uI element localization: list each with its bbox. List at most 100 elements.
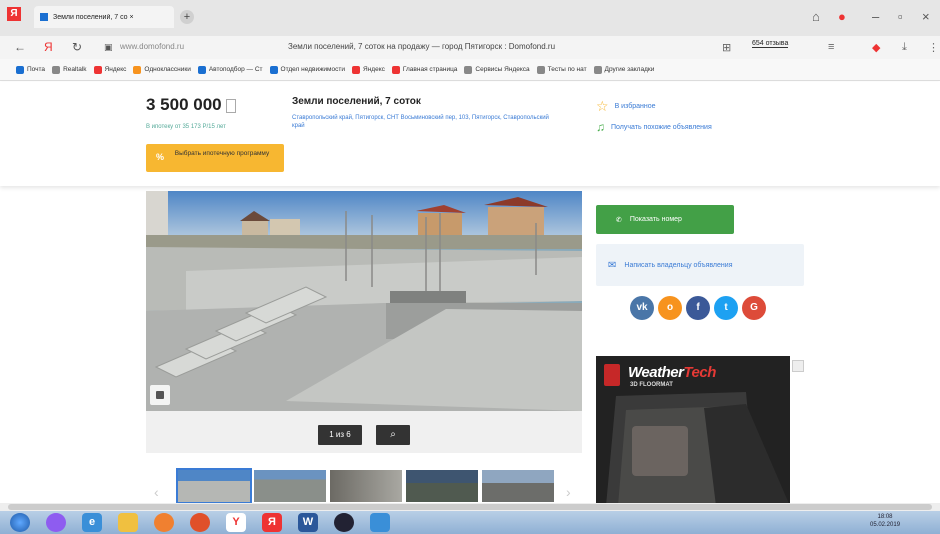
bookmark-item[interactable]: Яндекс [93,65,127,74]
star-icon: ☆ [596,98,609,114]
photo-expand-icon[interactable] [150,385,170,405]
bookmark-item[interactable]: Тесты по нат [536,65,587,74]
zoom-icon[interactable]: ⌕ [376,425,410,445]
mortgage-button-label: Выбрать ипотечную программу [174,150,270,157]
bookmark-item[interactable]: Яндекс [352,65,385,74]
bookmark-label: Яндекс [104,66,127,73]
subscribe-similar-link[interactable]: ♫ Получать похожие объявления [596,120,712,134]
bookmark-label: Другие закладки [604,66,655,73]
bookmark-item[interactable]: Другие закладки [593,65,655,74]
percent-icon: % [156,152,165,162]
photo-counter: 1 из 6 [318,425,362,445]
extensions-icon[interactable]: ≡ [828,41,834,53]
message-owner-button[interactable]: ✉ Написать владельцу объявления [596,244,804,286]
listing-title: Земли поселений, 7 соток [292,96,421,107]
address-bar: ← Я ↻ ▣ www.domofond.ru Земли поселений,… [0,36,940,59]
app-icon-2[interactable] [334,513,354,532]
ie-icon[interactable]: e [82,513,102,532]
word-icon[interactable]: W [298,513,318,532]
listing-address[interactable]: Ставропольский край, Пятигорск, СНТ Вось… [292,114,562,130]
listing-header [0,82,940,186]
scrollbar-thumb[interactable] [8,504,932,510]
close-icon[interactable]: × [922,9,930,24]
price: 3 500 000 [146,95,236,115]
yandex-icon[interactable]: Y [226,513,246,532]
facebook-icon[interactable]: f [686,296,710,320]
add-to-favorites-link[interactable]: ☆ В избранное [596,98,656,115]
bookmark-icon [464,65,473,74]
url-text[interactable]: www.domofond.ru [120,42,184,51]
thumbs-next-icon[interactable]: › [566,484,571,500]
bookmarks-bar: Почта Realtalk Яндекс Одноклассники Автоподб… [0,59,940,81]
bookmark-label: Отдел недвижимости [280,66,345,73]
bookmark-icon [352,65,360,74]
bookmark-item[interactable]: Главная страница [391,65,457,74]
listing-photo[interactable] [146,191,582,411]
downloads-icon[interactable]: ⤓ [902,41,907,54]
app-icon[interactable] [46,513,66,532]
start-button-icon[interactable] [10,513,30,532]
horizontal-scrollbar[interactable] [0,503,940,511]
folder-icon[interactable] [118,513,138,532]
bookmark-icon [593,65,602,74]
notification-icon[interactable]: ● [838,9,846,24]
photo-controls [146,411,582,453]
clock-time: 18:08 [877,514,893,520]
minimize-icon[interactable]: – [872,9,879,24]
bookmark-icon [93,65,102,74]
thumbnail[interactable] [482,470,554,502]
bookmark-icon [133,65,142,74]
thumbnail[interactable] [176,468,252,504]
bookmark-label: Автоподбор — Ст [208,66,263,73]
adblock-icon[interactable]: ◆ [872,41,880,54]
thumbnail[interactable] [254,470,326,502]
bookmark-label: Realtalk [63,66,87,73]
more-icon[interactable]: ⋮ [928,41,939,54]
show-phone-button[interactable]: ✆ Показать номер [596,205,734,234]
bookmark-label: Одноклассники [144,66,191,73]
reload-icon[interactable]: ↻ [72,40,82,54]
thumbnail[interactable] [330,470,402,502]
browser-tab-active[interactable]: Земли поселений, 7 со × [34,6,174,28]
system-clock[interactable]: 18:08 05.02.2019 [870,513,900,529]
yandex-browser-icon[interactable]: Я [7,7,21,21]
yandex-browser-taskbar-icon[interactable]: Я [262,513,282,532]
bookmark-item[interactable]: Сервисы Яндекса [464,65,530,74]
phone-icon: ✆ [616,216,622,224]
google-icon[interactable]: G [742,296,766,320]
yandex-home-icon[interactable]: Я [44,40,53,54]
lock-icon: ▣ [104,42,113,52]
bookmark-icon[interactable]: ⊞ [722,41,731,54]
advertisement[interactable]: WeatherTech 3D FLOORMAT [596,356,790,506]
bookmark-item[interactable]: Почта [16,65,45,74]
phone-button-label: Показать номер [629,216,682,223]
thumbnail[interactable] [406,470,478,502]
bookmark-icon [391,65,400,74]
new-tab-button[interactable]: + [180,10,194,24]
bookmark-item[interactable]: Отдел недвижимости [269,65,345,74]
ok-icon[interactable]: о [658,296,682,320]
floormat-image [606,392,790,506]
firefox-icon[interactable] [190,513,210,532]
app-icon-3[interactable] [370,513,390,532]
maximize-icon[interactable]: ▫ [898,9,903,24]
vk-icon[interactable]: vk [630,296,654,320]
menu-icon[interactable]: ⌂ [812,9,820,24]
price-value: 3 500 000 [146,95,222,114]
tab-title: Земли поселений, 7 со × [53,13,134,21]
media-icon[interactable] [154,513,174,532]
back-icon[interactable]: ← [14,40,26,54]
mortgage-program-button[interactable]: % Выбрать ипотечную программу [146,144,284,172]
taskbar: e Y Я W [0,511,940,534]
page-title-in-address[interactable]: Земли поселений, 7 соток на продажу — го… [288,42,555,51]
ruble-icon [225,98,236,113]
bookmark-item[interactable]: Realtalk [52,65,87,74]
reviews-link[interactable]: 654 отзыва [752,40,789,48]
ad-close-icon[interactable] [792,360,804,372]
browser-tab-bar: Я Земли поселений, 7 со × + ⌂ ● – ▫ × [0,0,940,36]
twitter-icon[interactable]: t [714,296,738,320]
photo-illustration [146,191,582,411]
bookmark-item[interactable]: Автоподбор — Ст [197,65,263,74]
thumbs-prev-icon[interactable]: ‹ [154,484,159,500]
bookmark-item[interactable]: Одноклассники [133,65,191,74]
